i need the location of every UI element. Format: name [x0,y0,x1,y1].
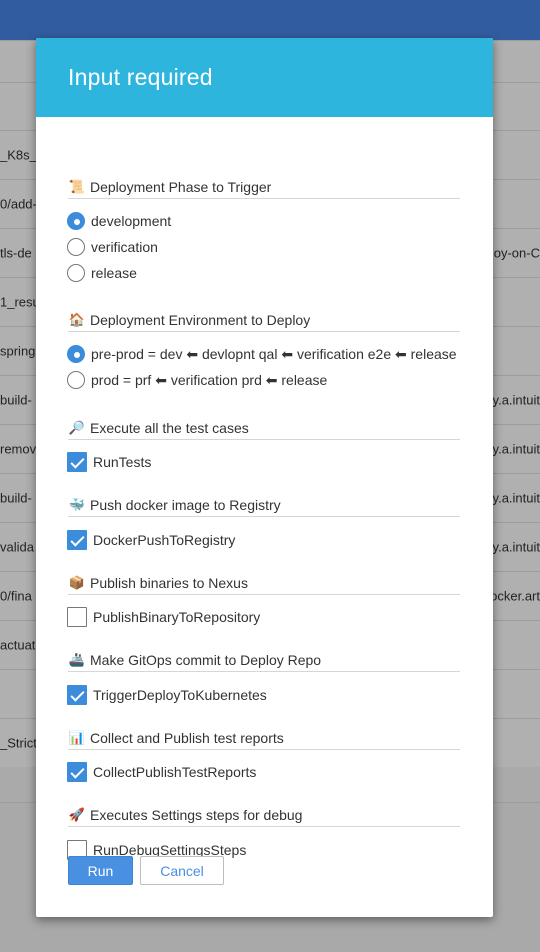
background-row-left-text: actuat [0,637,36,653]
section-header-debug: 🚀 Executes Settings steps for debug [68,803,460,827]
option-label: release [91,265,137,281]
option-label: PublishBinaryToRepository [93,609,261,625]
background-row-left-text: remov [0,441,37,457]
background-row-left-text: tls-de [0,245,32,261]
checkbox-option-tests[interactable]: RunTests [67,452,151,472]
checkbox-option-nexus[interactable]: PublishBinaryToRepository [67,607,260,627]
checkbox-option-docker[interactable]: DockerPushToRegistry [67,530,235,550]
option-label: RunTests [93,454,152,470]
background-row-left-text: spring [0,343,36,359]
option-label: development [91,213,172,229]
section-label: Deployment Environment to Deploy [90,311,311,328]
section-label: Collect and Publish test reports [90,729,284,746]
section-label: Make GitOps commit to Deploy Repo [90,651,322,668]
radio-button[interactable] [67,264,85,282]
magnifier-icon: 🔎 [68,419,86,435]
checkbox[interactable] [67,762,87,782]
background-row-right-text: oy-on-C [493,245,540,261]
radio-option-phase[interactable]: verification [67,237,158,257]
background-row-right-text: y.a.intuit [492,392,540,408]
background-row-left-text: 1_resu [0,294,40,310]
radio-button[interactable] [67,345,85,363]
section-label: Publish binaries to Nexus [90,574,248,591]
section-label: Deployment Phase to Trigger [90,178,272,195]
house-icon: 🏠 [68,311,86,327]
radio-option-environment[interactable]: pre-prod = dev ⬅ devlopnt qal ⬅ verifica… [67,344,457,364]
run-button[interactable]: Run [68,856,133,885]
app-top-bar [0,0,540,40]
background-row-right-text: y.a.intuit [492,539,540,555]
scroll-icon: 📜 [68,178,86,194]
checkbox-option-reports[interactable]: CollectPublishTestReports [67,762,256,782]
section-label: Push docker image to Registry [90,496,281,513]
section-label: Execute all the test cases [90,419,249,436]
background-row-left-text: 0/add- [0,196,37,212]
radio-button[interactable] [67,371,85,389]
option-label: TriggerDeployToKubernetes [93,687,267,703]
option-label: verification [91,239,158,255]
whale-icon: 🐳 [68,496,86,512]
section-header-gitops: 🚢 Make GitOps commit to Deploy Repo [68,648,460,672]
option-label: prod = prf ⬅ verification prd ⬅ release [91,371,328,388]
checkbox-option-gitops[interactable]: TriggerDeployToKubernetes [67,685,267,705]
dialog-title: Input required [68,64,213,90]
radio-option-environment[interactable]: prod = prf ⬅ verification prd ⬅ release [67,370,327,390]
bar-chart-icon: 📊 [68,729,86,745]
input-required-dialog: Input required 📜 Deployment Phase to Trig… [36,38,493,917]
section-header-phase: 📜 Deployment Phase to Trigger [68,175,460,199]
cancel-button[interactable]: Cancel [140,856,224,885]
rocket-icon: 🚀 [68,806,86,822]
background-row-left-text: 0/fina [0,588,32,604]
radio-option-phase[interactable]: release [67,263,137,283]
checkbox[interactable] [67,452,87,472]
option-label: CollectPublishTestReports [93,764,257,780]
background-row-left-text: build- [0,490,32,506]
dialog-header: Input required [36,38,493,117]
section-header-nexus: 📦 Publish binaries to Nexus [68,571,460,595]
background-row-left-text: valida [0,539,34,555]
section-header-tests: 🔎 Execute all the test cases [68,416,460,440]
section-header-reports: 📊 Collect and Publish test reports [68,726,460,750]
radio-button[interactable] [67,238,85,256]
background-row-right-text: y.a.intuit [492,490,540,506]
background-row-right-text: ocker.art [490,588,540,604]
radio-option-phase[interactable]: development [67,211,171,231]
checkbox[interactable] [67,530,87,550]
section-header-docker: 🐳 Push docker image to Registry [68,493,460,517]
ship-icon: 🚢 [68,651,86,667]
background-row-left-text: _Strict [0,735,37,751]
section-label: Executes Settings steps for debug [90,806,303,823]
package-icon: 📦 [68,574,86,590]
checkbox[interactable] [67,607,87,627]
section-header-environment: 🏠 Deployment Environment to Deploy [68,308,460,332]
checkbox[interactable] [67,685,87,705]
background-row-right-text: y.a.intuit [492,441,540,457]
background-row-left-text: build- [0,392,32,408]
option-label: pre-prod = dev ⬅ devlopnt qal ⬅ verifica… [91,345,457,362]
option-label: DockerPushToRegistry [93,532,236,548]
radio-button[interactable] [67,212,85,230]
